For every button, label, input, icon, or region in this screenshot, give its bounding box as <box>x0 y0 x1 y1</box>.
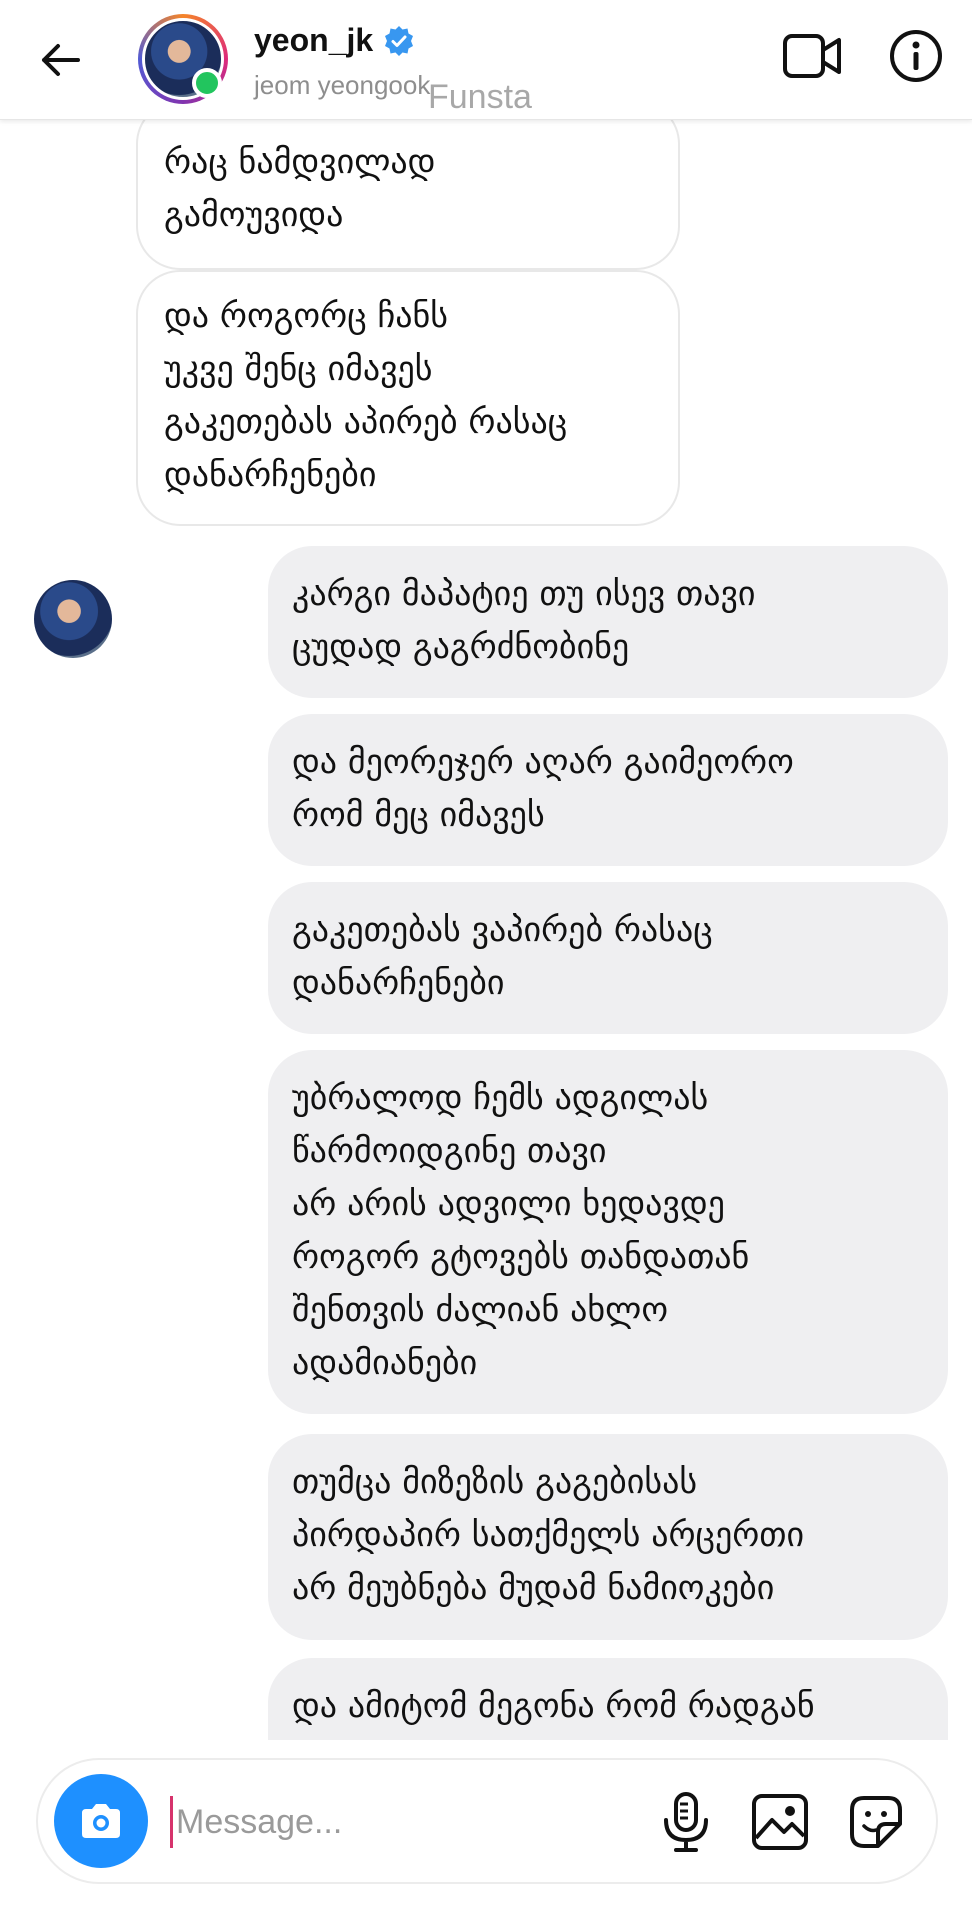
username[interactable]: yeon_jk <box>254 22 373 59</box>
camera-icon[interactable] <box>54 1774 148 1868</box>
message-bubble-outgoing[interactable]: თუმცა მიზეზის გაგებისას პირდაპირ სათქმელ… <box>268 1434 948 1640</box>
message-bubble-outgoing[interactable]: და მეორეჯერ აღარ გაიმეორო რომ მეც იმავეს <box>268 714 948 866</box>
sticker-icon[interactable] <box>844 1790 908 1854</box>
display-name: jeom yeongook <box>254 70 431 100</box>
microphone-icon[interactable] <box>656 1790 716 1854</box>
message-bubble-outgoing[interactable]: და ამიტომ მეგონა რომ რადგან <box>268 1658 948 1740</box>
gallery-icon[interactable] <box>748 1790 812 1854</box>
text-cursor <box>170 1796 173 1848</box>
message-input[interactable] <box>176 1794 556 1850</box>
message-bubble-incoming[interactable]: რაც ნამდვილად გამოუვიდა <box>136 120 680 270</box>
video-call-icon[interactable] <box>782 30 842 82</box>
message-bubble-outgoing[interactable]: უბრალოდ ჩემს ადგილას წარმოიდგინე თავი არ… <box>268 1050 948 1414</box>
message-thread[interactable]: რაც ნამდვილად გამოუვიდა და როგორც ჩანს უ… <box>0 120 972 1740</box>
verified-badge-icon <box>385 25 414 56</box>
message-bubble-outgoing[interactable]: გაკეთებას ვაპირებ რასაც დანარჩენები <box>268 882 948 1034</box>
info-icon[interactable] <box>888 28 944 84</box>
username-row[interactable]: yeon_jk <box>254 22 415 59</box>
back-arrow-icon[interactable] <box>34 34 86 86</box>
sender-avatar[interactable] <box>34 580 112 658</box>
message-bubble-outgoing[interactable]: კარგი მაპატიე თუ ისევ თავი ცუდად გაგრძნო… <box>268 546 948 698</box>
watermark: Funsta <box>428 78 532 116</box>
message-composer <box>36 1758 938 1884</box>
online-status-dot <box>192 68 222 98</box>
message-bubble-incoming[interactable]: და როგორც ჩანს უკვე შენც იმავეს გაკეთება… <box>136 270 680 526</box>
